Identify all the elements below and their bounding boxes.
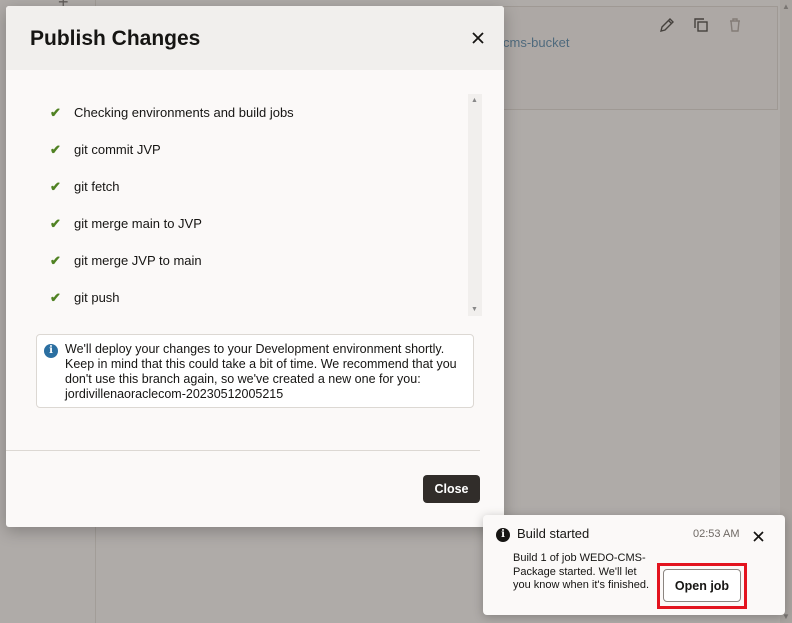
info-message: We'll deploy your changes to your Develo… [65, 342, 457, 401]
step-label: git fetch [74, 179, 120, 194]
toast-timestamp: 02:53 AM [693, 528, 740, 540]
steps-panel: ✔ Checking environments and build jobs ✔ g… [36, 94, 482, 316]
check-icon: ✔ [50, 289, 61, 305]
step-item: ✔ Checking environments and build jobs [36, 94, 464, 131]
scroll-down-icon[interactable]: ▼ [471, 306, 478, 313]
close-button[interactable]: Close [423, 475, 480, 503]
dialog-divider [6, 450, 480, 451]
toast-message: Build 1 of job WEDO-CMS-Package started.… [513, 552, 650, 591]
step-label: Checking environments and build jobs [74, 105, 294, 120]
steps-list: ✔ Checking environments and build jobs ✔ g… [36, 94, 464, 316]
step-item: ✔ git commit JVP [36, 131, 464, 168]
step-item: ✔ git fetch [36, 168, 464, 205]
check-icon: ✔ [50, 252, 61, 268]
check-icon: ✔ [50, 104, 61, 120]
check-icon: ✔ [50, 178, 61, 194]
info-icon: i [496, 528, 510, 542]
check-icon: ✔ [50, 215, 61, 231]
step-item: ✔ git merge main to JVP [36, 205, 464, 242]
close-icon[interactable] [748, 526, 768, 546]
toast-title: Build started [517, 526, 590, 541]
info-message-box: i We'll deploy your changes to your Deve… [36, 334, 474, 408]
scroll-up-icon[interactable]: ▲ [471, 97, 478, 104]
build-started-toast: i Build started 02:53 AM Build 1 of job … [483, 515, 785, 615]
dialog-header: Publish Changes [6, 6, 504, 70]
check-icon: ✔ [50, 141, 61, 157]
step-label: git merge main to JVP [74, 216, 202, 231]
step-label: git merge JVP to main [74, 253, 202, 268]
publish-changes-dialog: Publish Changes ✔ Checking environments a… [6, 6, 504, 527]
steps-scrollbar[interactable]: ▲ ▼ [468, 94, 482, 316]
step-label: git commit JVP [74, 142, 161, 157]
dialog-title: Publish Changes [30, 27, 201, 50]
open-job-button[interactable]: Open job [663, 569, 741, 602]
step-label: git push [74, 290, 120, 305]
info-icon: i [44, 344, 58, 358]
close-icon[interactable] [466, 26, 490, 50]
step-item: ✔ git merge JVP to main [36, 242, 464, 279]
step-item: ✔ git push [36, 279, 464, 316]
